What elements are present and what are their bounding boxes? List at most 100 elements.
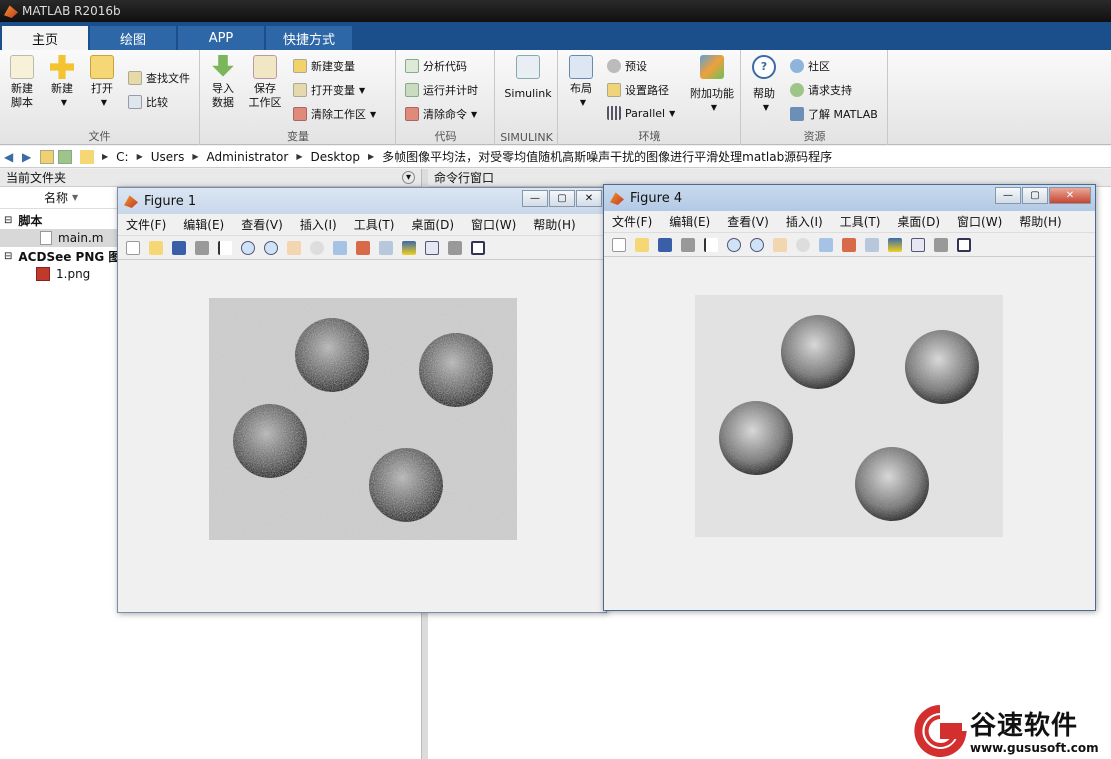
pointer-icon[interactable] [704, 237, 718, 252]
open-file-icon[interactable] [635, 237, 649, 252]
data-cursor-icon[interactable] [333, 240, 347, 255]
layout-button[interactable]: 布局 ▼ [561, 55, 601, 110]
figure-1-window[interactable]: Figure 1 — ▢ ✕ 文件(F) 编辑(E) 查看(V) 插入(I) 工… [117, 187, 607, 613]
menu-tools[interactable]: 工具(T) [354, 216, 395, 233]
dock-icon[interactable] [471, 240, 485, 255]
open-button[interactable]: 打开 ▼ [82, 55, 122, 110]
up-folder-icon[interactable] [40, 149, 54, 164]
new-script-button[interactable]: 新建 脚本 [2, 55, 42, 110]
menu-file[interactable]: 文件(F) [612, 213, 652, 230]
save-icon[interactable] [658, 237, 672, 252]
help-button[interactable]: ? 帮助 ▼ [744, 55, 784, 115]
rotate-icon[interactable] [310, 240, 324, 255]
preferences-button[interactable]: 预设 [607, 58, 647, 74]
menu-desktop[interactable]: 桌面(D) [411, 216, 454, 233]
brush-icon[interactable] [356, 240, 370, 255]
breadcrumb-item[interactable]: Desktop [310, 150, 360, 164]
close-button[interactable]: ✕ [576, 190, 602, 207]
menu-window[interactable]: 窗口(W) [471, 216, 516, 233]
save-icon[interactable] [172, 240, 186, 255]
zoom-out-icon[interactable] [264, 240, 278, 255]
learn-matlab-button[interactable]: 了解 MATLAB [790, 106, 878, 122]
hide-tools-icon[interactable] [448, 240, 462, 255]
menu-desktop[interactable]: 桌面(D) [897, 213, 940, 230]
save-workspace-button[interactable]: 保存 工作区 [245, 55, 285, 110]
request-support-button[interactable]: 请求支持 [790, 82, 852, 98]
menu-edit[interactable]: 编辑(E) [669, 213, 710, 230]
new-figure-icon[interactable] [126, 240, 140, 255]
print-icon[interactable] [195, 240, 209, 255]
colorbar-icon[interactable] [888, 237, 902, 252]
breadcrumb-item[interactable]: 多帧图像平均法，对受零均值随机高斯噪声干扰的图像进行平滑处理matlab源码程序 [382, 148, 832, 165]
figure-4-canvas[interactable] [604, 257, 1095, 610]
tab-shortcuts[interactable]: 快捷方式 [266, 26, 352, 50]
menu-help[interactable]: 帮助(H) [1019, 213, 1061, 230]
maximize-button[interactable]: ▢ [1022, 187, 1048, 204]
menu-insert[interactable]: 插入(I) [786, 213, 823, 230]
zoom-in-icon[interactable] [727, 237, 741, 252]
zoom-in-icon[interactable] [241, 240, 255, 255]
new-figure-icon[interactable] [612, 237, 626, 252]
maximize-button[interactable]: ▢ [549, 190, 575, 207]
menu-help[interactable]: 帮助(H) [533, 216, 575, 233]
figure-4-titlebar[interactable]: Figure 4 — ▢ ✕ [604, 185, 1095, 211]
import-data-button[interactable]: 导入 数据 [203, 55, 243, 110]
minimize-button[interactable]: — [995, 187, 1021, 204]
tab-apps[interactable]: APP [178, 26, 264, 50]
pan-hand-icon[interactable] [773, 237, 787, 252]
menu-edit[interactable]: 编辑(E) [183, 216, 224, 233]
figure-1-canvas[interactable] [118, 260, 606, 612]
legend-icon[interactable] [425, 240, 439, 255]
print-icon[interactable] [681, 237, 695, 252]
clear-workspace-button[interactable]: 清除工作区 ▼ [293, 106, 376, 122]
menu-window[interactable]: 窗口(W) [957, 213, 1002, 230]
figure-4-window[interactable]: Figure 4 — ▢ ✕ 文件(F) 编辑(E) 查看(V) 插入(I) 工… [603, 184, 1096, 611]
menu-tools[interactable]: 工具(T) [840, 213, 881, 230]
back-arrow-icon[interactable]: ◀ [4, 150, 18, 164]
data-cursor-icon[interactable] [819, 237, 833, 252]
brush-icon[interactable] [842, 237, 856, 252]
community-button[interactable]: 社区 [790, 58, 830, 74]
legend-icon[interactable] [911, 237, 925, 252]
new-button[interactable]: 新建 ▼ [42, 55, 82, 110]
breadcrumb-item[interactable]: C: [116, 150, 128, 164]
parallel-button[interactable]: Parallel ▼ [607, 106, 675, 120]
add-ons-button[interactable]: 附加功能 ▼ [687, 55, 737, 115]
breadcrumb-item[interactable]: Administrator [207, 150, 289, 164]
run-and-time-button[interactable]: 运行并计时 [405, 82, 478, 98]
dock-icon[interactable] [957, 237, 971, 252]
menu-view[interactable]: 查看(V) [241, 216, 283, 233]
forward-arrow-icon[interactable]: ▶ [22, 150, 36, 164]
panel-menu-icon[interactable]: ▾ [402, 171, 415, 184]
open-variable-button[interactable]: 打开变量 ▼ [293, 82, 365, 98]
open-file-icon[interactable] [149, 240, 163, 255]
minimize-button[interactable]: — [522, 190, 548, 207]
collapse-icon[interactable]: ⊟ [4, 215, 12, 226]
browse-folder-icon[interactable] [58, 149, 72, 164]
collapse-icon[interactable]: ⊟ [4, 251, 12, 262]
menu-file[interactable]: 文件(F) [126, 216, 166, 233]
pointer-icon[interactable] [218, 240, 232, 255]
zoom-out-icon[interactable] [750, 237, 764, 252]
new-variable-button[interactable]: 新建变量 [293, 58, 355, 74]
figure-1-titlebar[interactable]: Figure 1 — ▢ ✕ [118, 188, 606, 214]
hide-tools-icon[interactable] [934, 237, 948, 252]
name-column-header[interactable]: 名称 [44, 189, 68, 206]
analyze-code-button[interactable]: 分析代码 [405, 58, 467, 74]
pan-hand-icon[interactable] [287, 240, 301, 255]
menu-insert[interactable]: 插入(I) [300, 216, 337, 233]
close-button[interactable]: ✕ [1049, 187, 1091, 204]
link-plot-icon[interactable] [379, 240, 393, 255]
find-files-button[interactable]: 查找文件 [128, 70, 190, 86]
menu-view[interactable]: 查看(V) [727, 213, 769, 230]
link-plot-icon[interactable] [865, 237, 879, 252]
set-path-button[interactable]: 设置路径 [607, 82, 669, 98]
tab-plots[interactable]: 绘图 [90, 26, 176, 50]
simulink-button[interactable]: Simulink [500, 55, 556, 101]
rotate-icon[interactable] [796, 237, 810, 252]
clear-commands-button[interactable]: 清除命令 ▼ [405, 106, 477, 122]
compare-button[interactable]: 比较 [128, 94, 168, 110]
breadcrumb-item[interactable]: Users [151, 150, 185, 164]
tab-home[interactable]: 主页 [2, 26, 88, 50]
colorbar-icon[interactable] [402, 240, 416, 255]
